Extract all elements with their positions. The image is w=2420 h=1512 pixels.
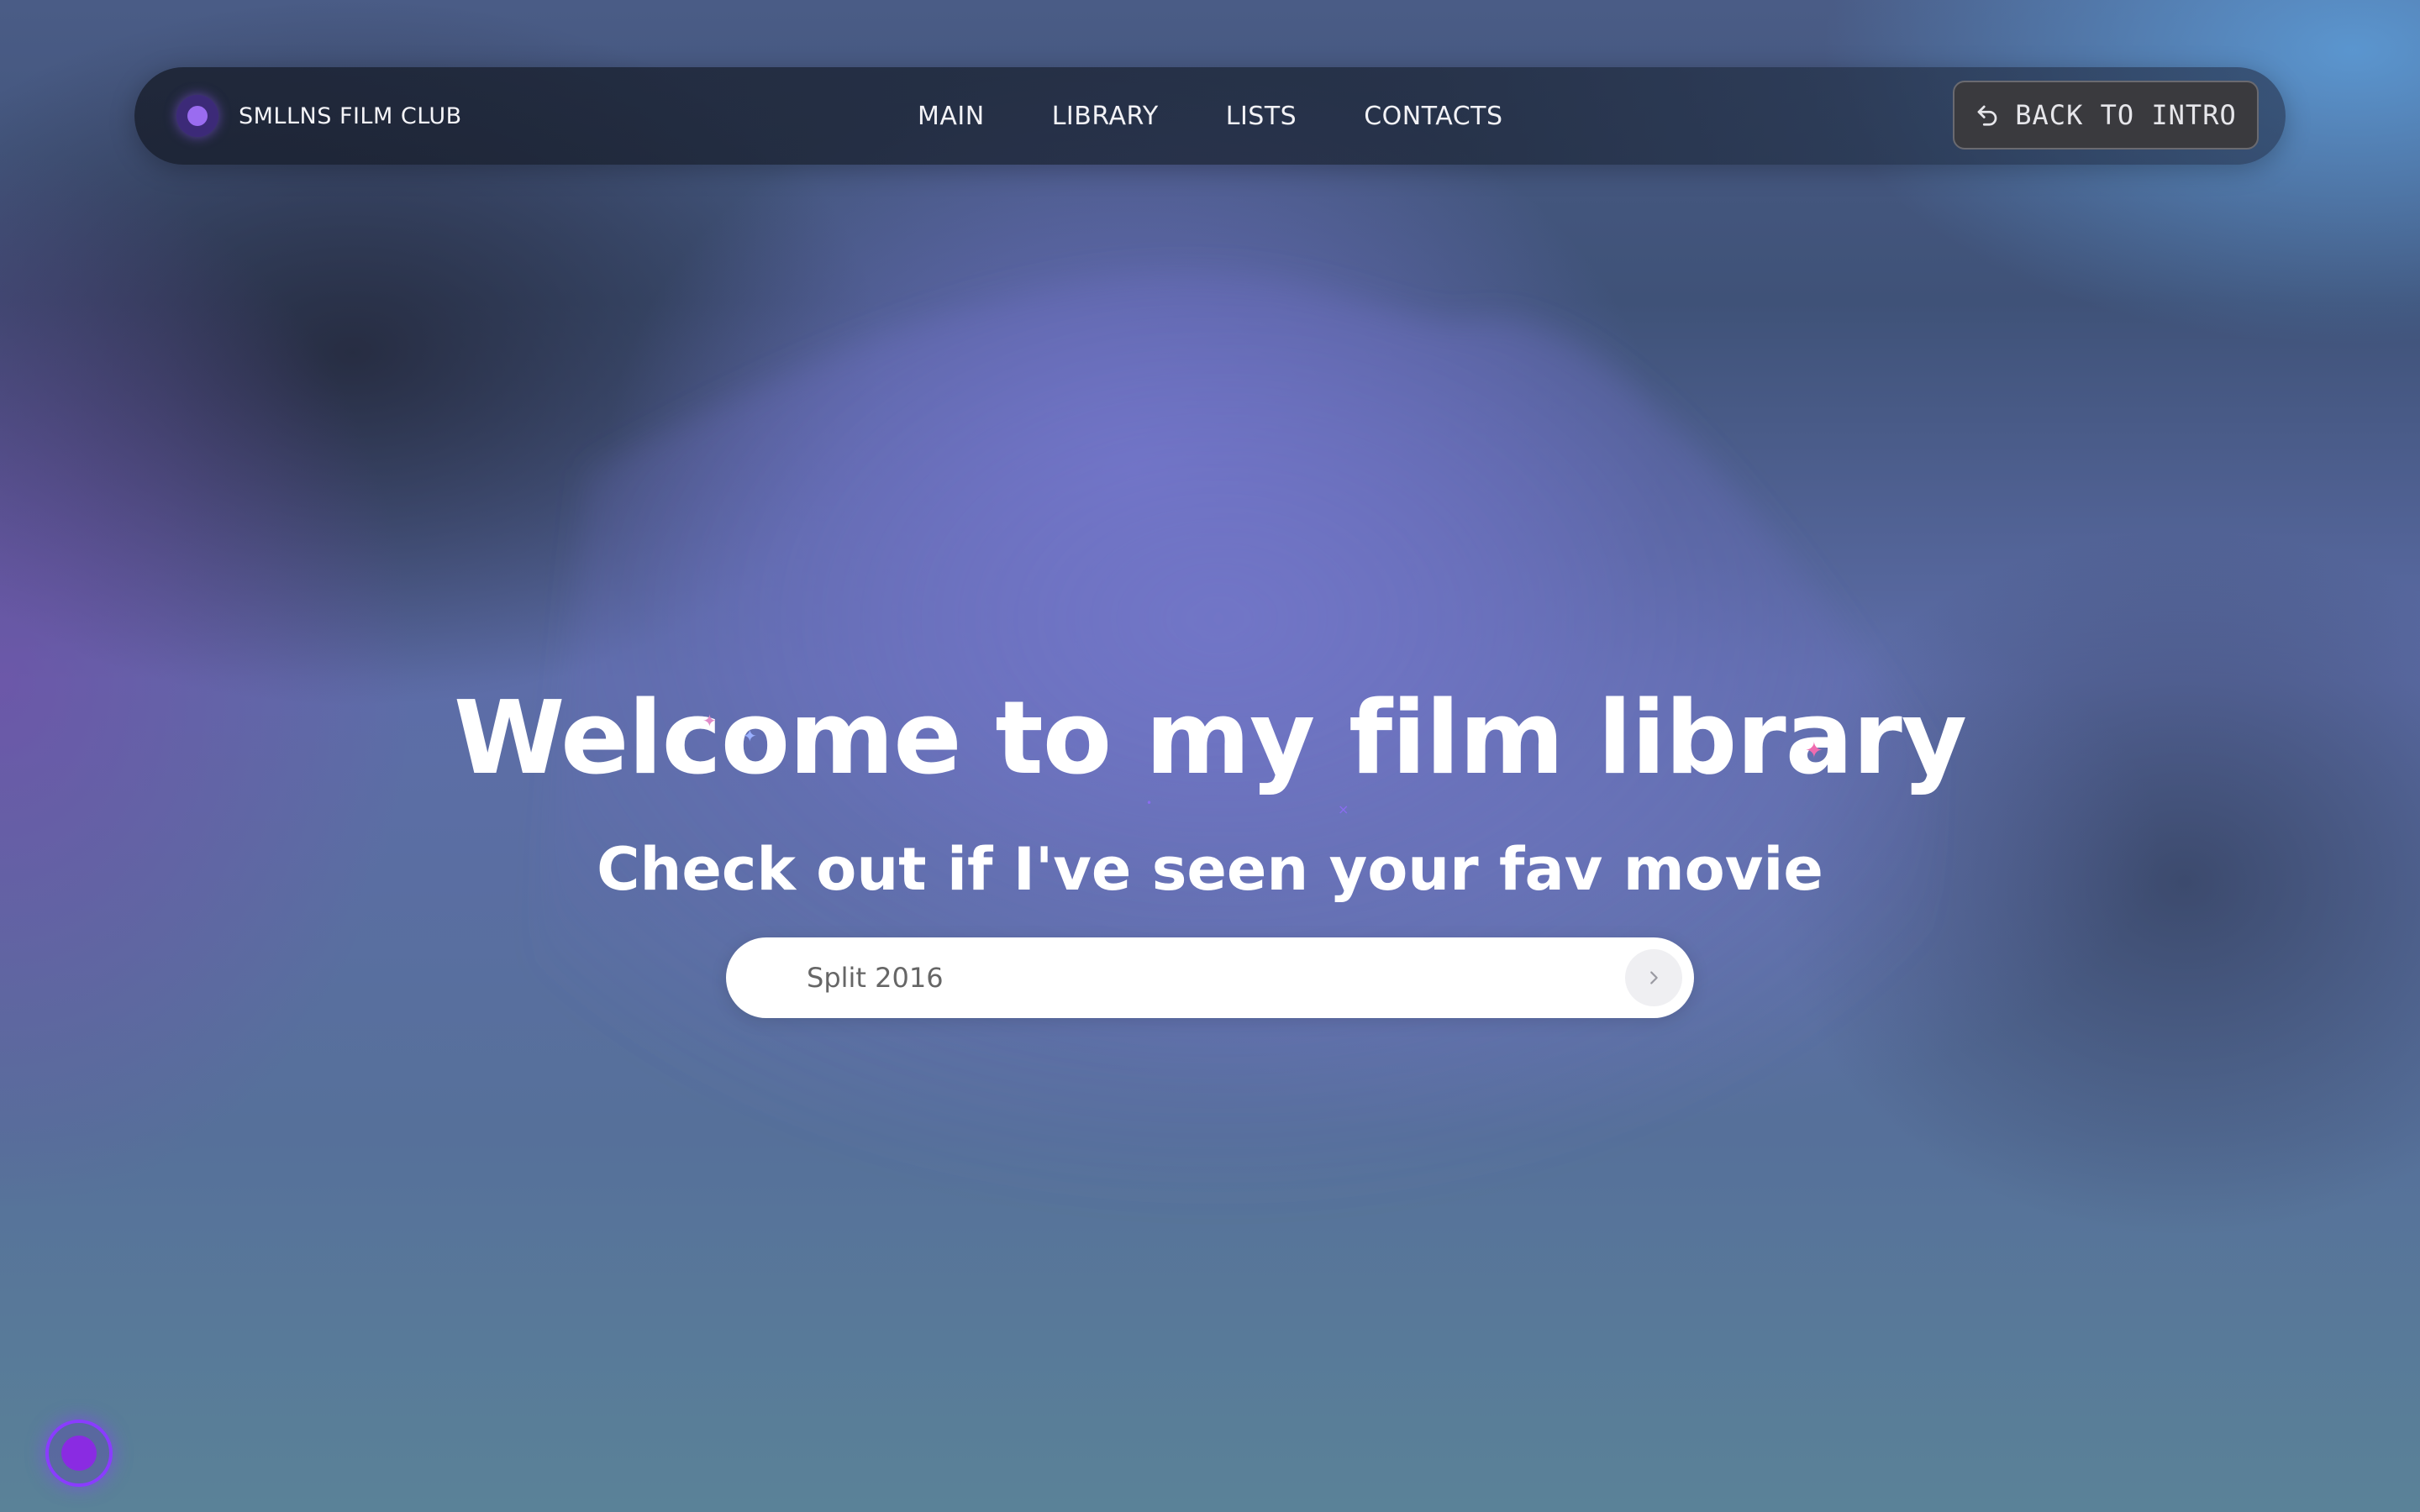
undo-arrow-icon [1977,105,1997,126]
back-to-intro-label: BACK TO INTRO [2015,99,2237,131]
top-navbar: SMLLNS FILM CLUB MAIN LIBRARY LISTS CONT… [134,67,2286,165]
sparkle-icon: ✦ [1805,738,1823,764]
nav-link-lists[interactable]: LISTS [1226,102,1297,131]
sparkle-icon: ✦ [702,711,717,731]
brand-name: SMLLNS FILM CLUB [239,102,462,129]
brand-logo-icon [176,95,218,137]
nav-links: MAIN LIBRARY LISTS CONTACTS [918,67,1503,165]
back-to-intro-button[interactable]: BACK TO INTRO [1953,81,2259,150]
nav-link-main[interactable]: MAIN [918,102,985,131]
record-dot-icon [61,1436,97,1471]
chevron-right-icon [1650,971,1658,984]
brand[interactable]: SMLLNS FILM CLUB [176,67,462,165]
search-submit-button[interactable] [1625,949,1682,1006]
page-title: Welcome to my film library [453,680,1967,797]
sparkle-icon: × [1338,801,1349,817]
nav-link-contacts[interactable]: CONTACTS [1364,102,1502,131]
sparkle-icon: • [1146,797,1153,809]
movie-search-bar [726,937,1694,1018]
nav-link-library[interactable]: LIBRARY [1052,102,1159,131]
page-subtitle: Check out if I've seen your fav movie [597,835,1823,904]
sparkle-icon: ✦ [743,726,757,746]
movie-search-input[interactable] [807,937,1563,1018]
floating-action-button[interactable] [45,1420,113,1487]
